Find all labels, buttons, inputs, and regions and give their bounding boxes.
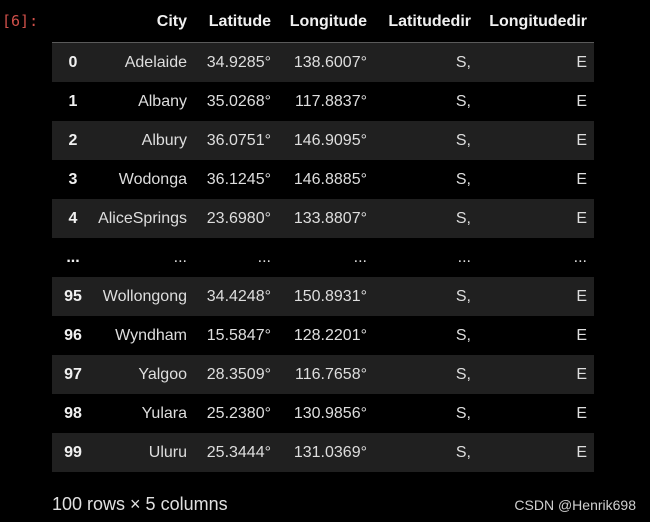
- table-row: 97 Yalgoo 28.3509° 116.7658° S, E: [52, 355, 594, 394]
- cell-latitude: ...: [257, 248, 271, 266]
- cell-latitudedir: S,: [455, 92, 471, 110]
- cell-index: 99: [64, 443, 82, 461]
- cell-longitudedir: E: [576, 209, 587, 227]
- dataframe-table: City Latitude Longitude Latitudedir Long…: [52, 2, 594, 472]
- cell-latitude: 15.5847°: [206, 326, 271, 344]
- dataframe-shape-summary: 100 rows × 5 columns: [52, 494, 228, 514]
- cell-city: Wodonga: [118, 170, 187, 188]
- header-longitude: Longitude: [278, 2, 374, 43]
- cell-latitudedir: ...: [457, 248, 471, 266]
- cell-index: 1: [68, 92, 78, 110]
- cell-latitudedir: S,: [455, 404, 471, 422]
- cell-longitudedir: ...: [573, 248, 587, 266]
- table-row: 4 AliceSprings 23.6980° 133.8807° S, E: [52, 199, 594, 238]
- cell-city: Albany: [138, 92, 187, 110]
- cell-city: Adelaide: [124, 53, 187, 71]
- notebook-output-cell: [6]: City Latitude Longitude Latitudedir…: [0, 0, 650, 522]
- cell-latitudedir: S,: [455, 53, 471, 71]
- cell-index: 0: [68, 53, 78, 71]
- cell-latitude: 25.2380°: [206, 404, 271, 422]
- cell-longitudedir: E: [576, 326, 587, 344]
- table-row: ..................: [52, 238, 594, 277]
- header-longitudedir: Longitudedir: [478, 2, 594, 43]
- cell-city: AliceSprings: [98, 209, 187, 227]
- execution-prompt: [6]:: [2, 12, 39, 30]
- cell-latitudedir: S,: [455, 170, 471, 188]
- cell-longitude: 146.8885°: [293, 170, 367, 188]
- cell-latitudedir: S,: [455, 287, 471, 305]
- header-row: City Latitude Longitude Latitudedir Long…: [52, 2, 594, 43]
- cell-index: 2: [68, 131, 78, 149]
- cell-index: 95: [64, 287, 82, 305]
- cell-latitude: 25.3444°: [206, 443, 271, 461]
- cell-latitudedir: S,: [455, 365, 471, 383]
- cell-longitude: 133.8807°: [293, 209, 367, 227]
- cell-longitude: 146.9095°: [293, 131, 367, 149]
- cell-latitude: 35.0268°: [206, 92, 271, 110]
- table-row: 3 Wodonga 36.1245° 146.8885° S, E: [52, 160, 594, 199]
- cell-longitude: 150.8931°: [293, 287, 367, 305]
- table-row: 0 Adelaide 34.9285° 138.6007° S, E: [52, 42, 594, 82]
- cell-longitude: 117.8837°: [295, 92, 367, 110]
- cell-latitude: 36.1245°: [206, 170, 271, 188]
- header-latitudedir: Latitudedir: [374, 2, 478, 43]
- cell-index: 96: [64, 326, 82, 344]
- cell-city: Yalgoo: [138, 365, 187, 383]
- table-row: 2 Albury 36.0751° 146.9095° S, E: [52, 121, 594, 160]
- dataframe-output: City Latitude Longitude Latitudedir Long…: [52, 2, 594, 472]
- cell-latitudedir: S,: [455, 131, 471, 149]
- table-row: 99 Uluru 25.3444° 131.0369° S, E: [52, 433, 594, 472]
- cell-city: Albury: [141, 131, 187, 149]
- cell-latitude: 36.0751°: [206, 131, 271, 149]
- header-latitude: Latitude: [194, 2, 278, 43]
- cell-latitudedir: S,: [455, 443, 471, 461]
- cell-index: 4: [68, 209, 78, 227]
- table-header: City Latitude Longitude Latitudedir Long…: [52, 2, 594, 43]
- cell-latitudedir: S,: [455, 209, 471, 227]
- cell-longitude: 128.2201°: [293, 326, 367, 344]
- cell-longitudedir: E: [576, 365, 587, 383]
- cell-city: Yulara: [141, 404, 187, 422]
- cell-longitudedir: E: [576, 170, 587, 188]
- cell-city: ...: [173, 248, 187, 266]
- table-row: 1 Albany 35.0268° 117.8837° S, E: [52, 82, 594, 121]
- cell-city: Wollongong: [102, 287, 187, 305]
- cell-index: 98: [64, 404, 82, 422]
- cell-longitude: ...: [353, 248, 367, 266]
- cell-index: 3: [68, 170, 78, 188]
- table-row: 95 Wollongong 34.4248° 150.8931° S, E: [52, 277, 594, 316]
- cell-longitudedir: E: [576, 443, 587, 461]
- cell-longitudedir: E: [576, 53, 587, 71]
- watermark: CSDN @Henrik698: [514, 497, 636, 513]
- cell-index: ...: [66, 248, 80, 266]
- cell-index: 97: [64, 365, 82, 383]
- cell-latitudedir: S,: [455, 326, 471, 344]
- cell-longitudedir: E: [576, 404, 587, 422]
- cell-longitude: 138.6007°: [293, 53, 367, 71]
- cell-longitude: 116.7658°: [295, 365, 367, 383]
- cell-longitudedir: E: [576, 287, 587, 305]
- cell-latitude: 34.9285°: [206, 53, 271, 71]
- cell-longitude: 130.9856°: [293, 404, 367, 422]
- cell-city: Wyndham: [115, 326, 187, 344]
- cell-longitudedir: E: [576, 131, 587, 149]
- header-index: [52, 2, 90, 43]
- cell-longitude: 131.0369°: [293, 443, 367, 461]
- header-city: City: [90, 2, 194, 43]
- cell-latitude: 28.3509°: [206, 365, 271, 383]
- table-body: 0 Adelaide 34.9285° 138.6007° S, E 1 Albany 35.0…: [52, 42, 594, 472]
- cell-city: Uluru: [148, 443, 187, 461]
- cell-latitude: 34.4248°: [206, 287, 271, 305]
- table-row: 98 Yulara 25.2380° 130.9856° S, E: [52, 394, 594, 433]
- cell-latitude: 23.6980°: [206, 209, 271, 227]
- table-row: 96 Wyndham 15.5847° 128.2201° S, E: [52, 316, 594, 355]
- cell-longitudedir: E: [576, 92, 587, 110]
